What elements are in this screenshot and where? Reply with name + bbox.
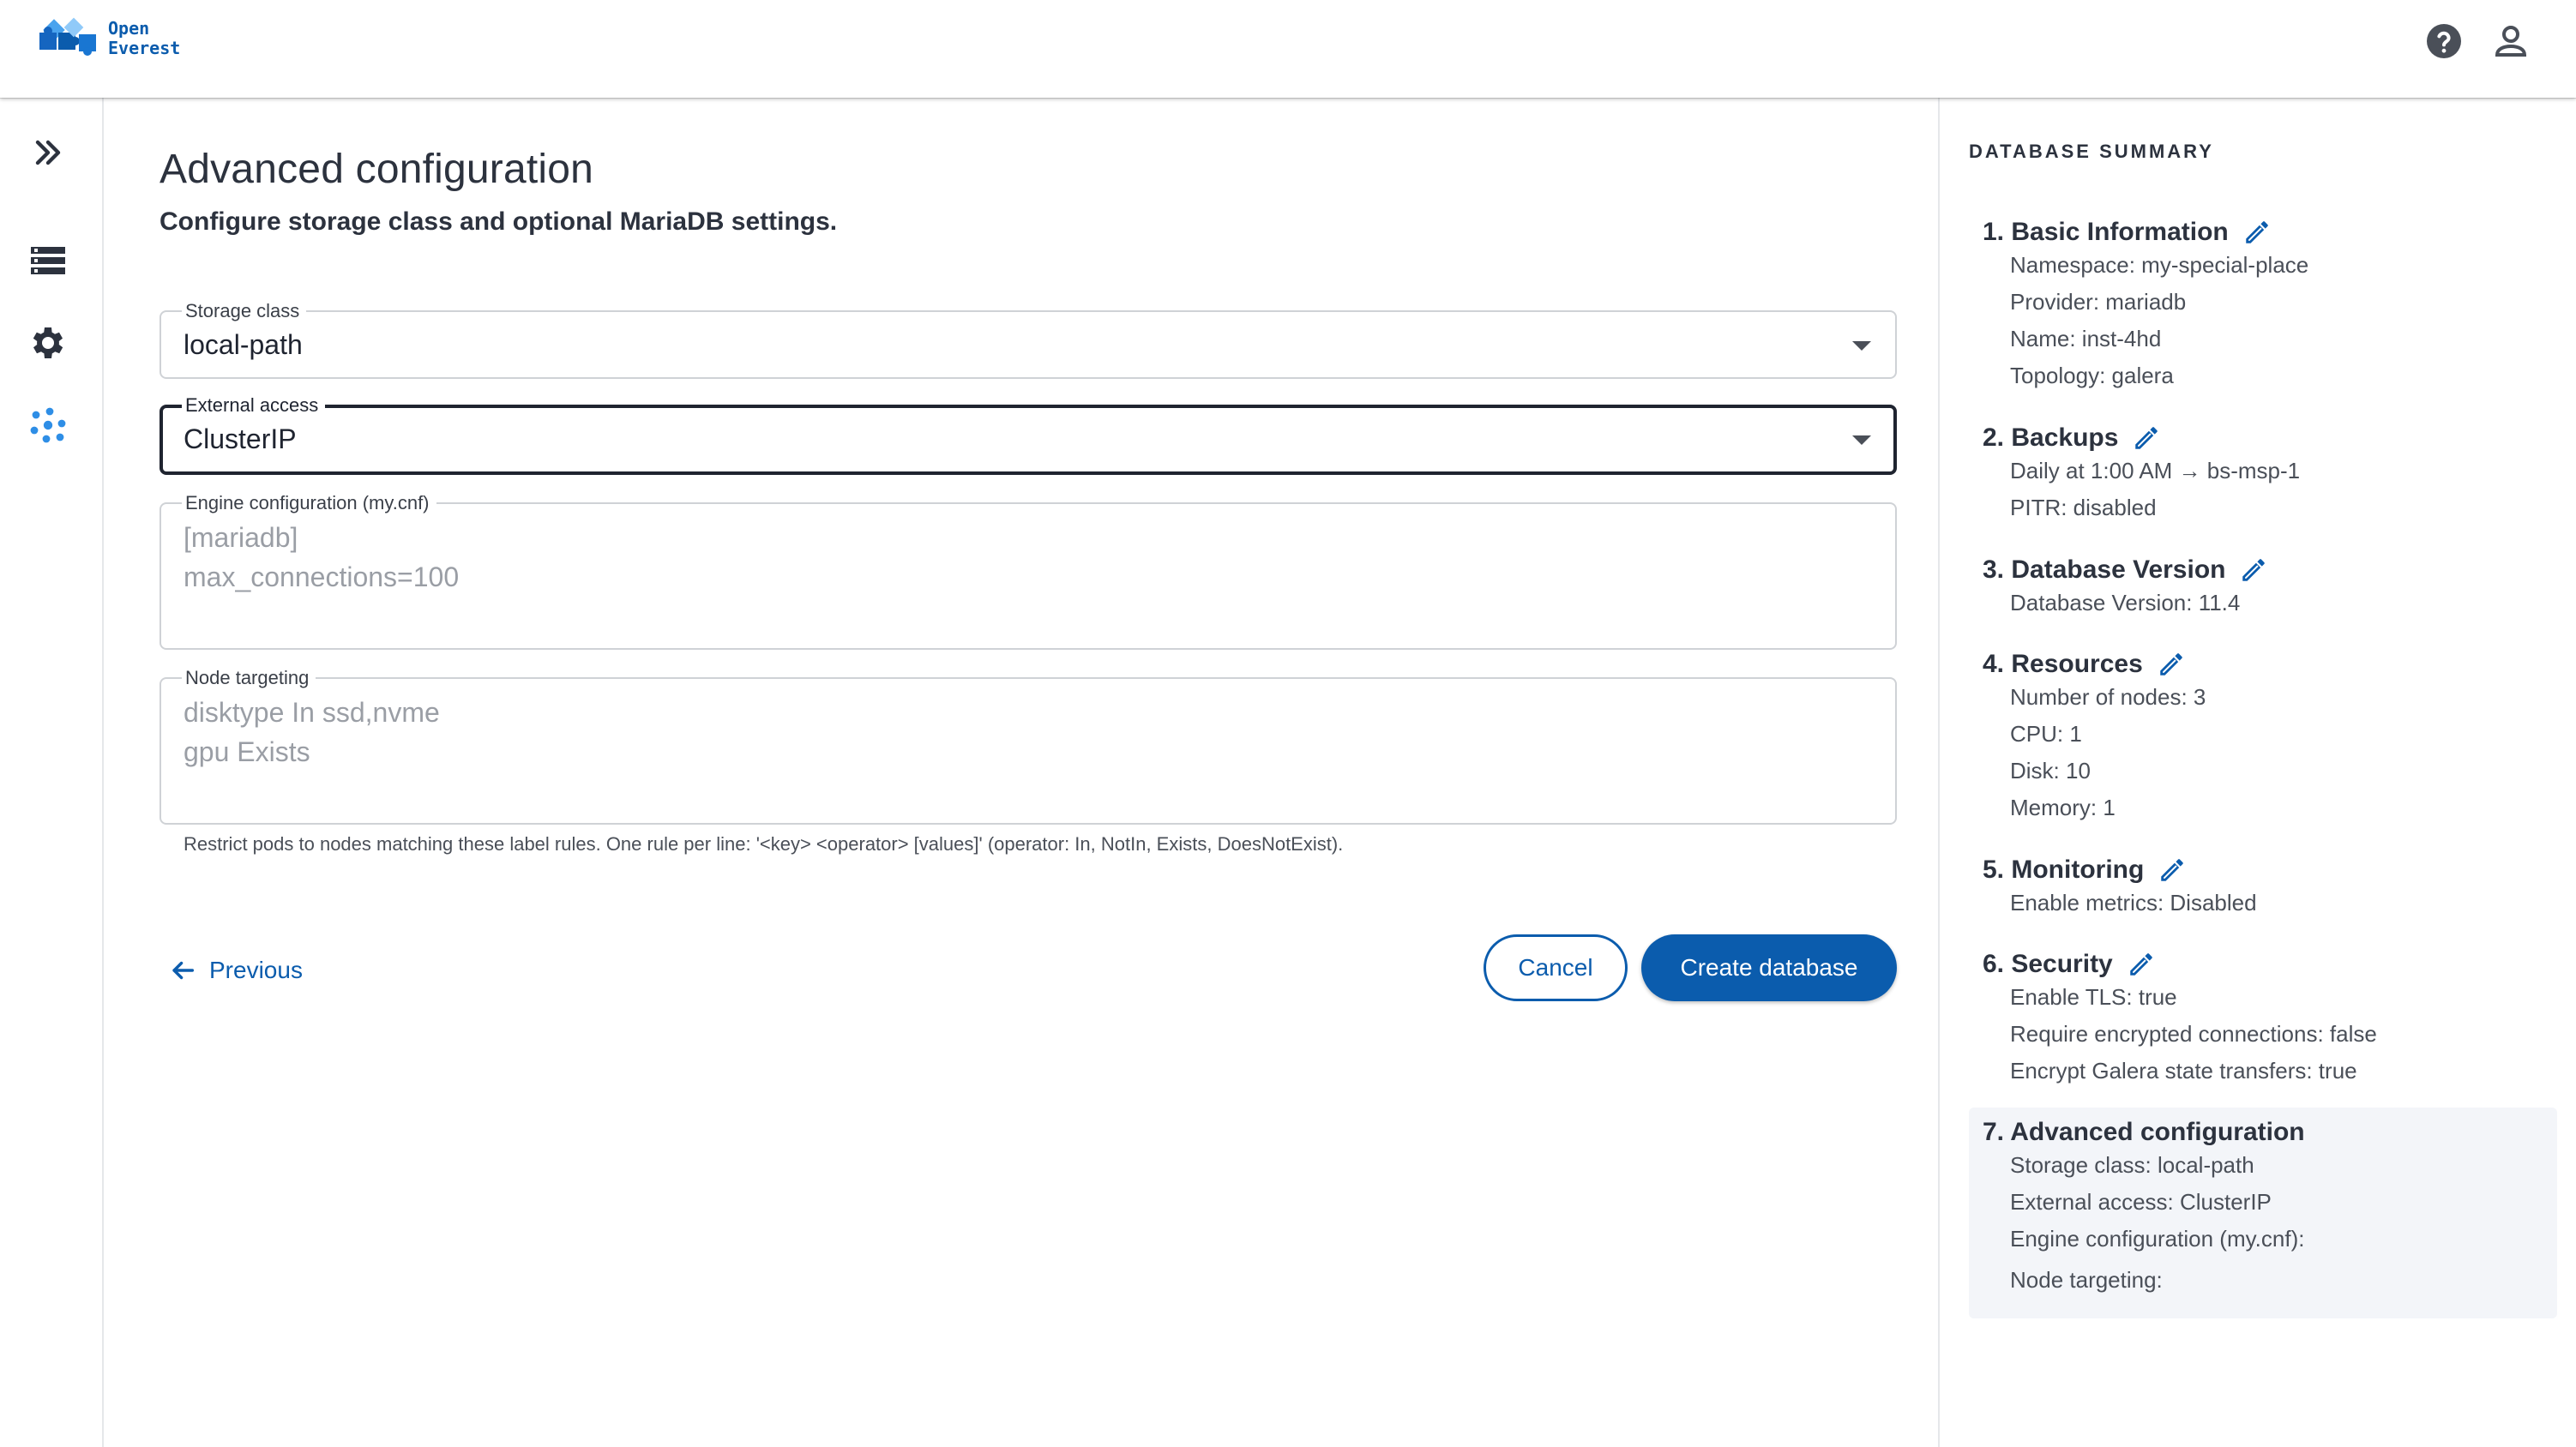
node-targeting-textarea[interactable]: Node targeting disktype In ssd,nvme gpu … [159,667,1897,825]
brand-name: Open Everest [108,19,180,58]
engine-config-placeholder: [mariadb] max_connections=100 [184,518,459,597]
brand-line-2: Everest [108,38,181,58]
summary-line: CPU: 1 [2010,721,2082,747]
summary-line: Daily at 1:00 AM → bs-msp-1 [2010,458,2301,483]
summary-line: Number of nodes: 3 [2010,684,2206,710]
summary-line: Memory: 1 [2010,795,2116,820]
placeholder-line: [mariadb] [184,522,298,553]
node-targeting-label: Node targeting [182,667,316,689]
section-heading: 2. Backups [1983,423,2161,453]
summary-line: Name: inst-4hd [2010,326,2162,351]
summary-section-basic-information: 1. Basic Information Namespace: my-speci… [1969,218,2557,388]
edit-icon[interactable] [2158,856,2187,885]
section-title: 2. Backups [1983,423,2119,452]
placeholder-line: disktype In ssd,nvme [184,697,440,728]
storage-class-select[interactable]: Storage class local-path [159,300,1897,379]
summary-line: Node targeting: [2010,1267,2163,1293]
summary-section-advanced-configuration: 7. Advanced configuration Storage class:… [1969,1108,2557,1318]
summary-line: External access: ClusterIP [2010,1189,2272,1215]
summary-line: Enable TLS: true [2010,984,2177,1010]
edit-icon[interactable] [2132,423,2161,453]
summary-line: Topology: galera [2010,363,2174,388]
edit-icon[interactable] [2157,650,2186,679]
node-targeting-helper-text: Restrict pods to nodes matching these la… [184,833,1344,855]
summary-line: Encrypt Galera state transfers: true [2010,1058,2357,1084]
summary-line: Storage class: local-path [2010,1152,2254,1178]
external-access-label: External access [182,394,326,417]
open-everest-logo[interactable]: Open Everest [38,15,192,81]
section-title: 3. Database Version [1983,555,2226,584]
section-heading: 4. Resources [1983,650,2186,679]
expand-icon[interactable] [27,132,69,173]
previous-button[interactable]: Previous [168,946,303,994]
summary-section-database-version: 3. Database Version Database Version: 11… [1969,555,2557,615]
summary-section-monitoring: 5. Monitoring Enable metrics: Disabled [1969,856,2557,916]
placeholder-line: max_connections=100 [184,561,460,592]
top-app-bar: Open Everest [0,0,2576,98]
dropdown-arrow-icon [1852,341,1871,351]
summary-section-resources: 4. Resources Number of nodes: 3 CPU: 1 D… [1969,650,2557,821]
previous-label: Previous [209,957,303,983]
edit-icon[interactable] [2239,555,2268,585]
section-heading: 6. Security [1983,950,2156,979]
storage-class-value: local-path [184,329,303,360]
dropdown-arrow-icon [1852,435,1871,445]
section-heading: 5. Monitoring [1983,856,2187,885]
section-heading: 7. Advanced configuration [1983,1118,2305,1147]
summary-line: Require encrypted connections: false [2010,1021,2377,1047]
engine-config-label: Engine configuration (my.cnf) [182,492,436,514]
summary-line: Provider: mariadb [2010,289,2187,315]
summary-title: DATABASE SUMMARY [1969,141,2214,162]
summary-line: Enable metrics: Disabled [2010,890,2257,916]
page-subtitle: Configure storage class and optional Mar… [159,207,838,236]
databases-icon[interactable] [27,240,69,281]
page-title: Advanced configuration [159,147,594,192]
summary-line: PITR: disabled [2010,495,2157,520]
cancel-button[interactable]: Cancel [1484,934,1628,1001]
database-summary-panel: DATABASE SUMMARY 1. Basic Information Na… [1938,98,2576,1447]
puzzle-logo-icon [39,17,96,56]
section-title: 5. Monitoring [1983,856,2145,884]
external-access-select[interactable]: External access ClusterIP [159,394,1897,475]
summary-line: Engine configuration (my.cnf): [2010,1226,2305,1252]
navigation-rail [0,98,104,1447]
summary-line: Disk: 10 [2010,758,2091,784]
section-title: 7. Advanced configuration [1983,1118,2305,1146]
section-heading: 1. Basic Information [1983,218,2272,247]
create-database-button[interactable]: Create database [1641,934,1897,1001]
section-title: 1. Basic Information [1983,218,2229,246]
summary-section-security: 6. Security Enable TLS: true Require enc… [1969,950,2557,1087]
summary-line: Database Version: 11.4 [2010,590,2241,615]
section-title: 4. Resources [1983,650,2143,678]
storage-class-label: Storage class [182,300,307,322]
section-title: 6. Security [1983,950,2113,978]
settings-icon[interactable] [27,322,69,363]
section-heading: 3. Database Version [1983,555,2268,585]
placeholder-line: gpu Exists [184,736,310,767]
cluster-icon[interactable] [27,405,69,446]
summary-section-backups: 2. Backups Daily at 1:00 AM → bs-msp-1 P… [1969,423,2557,520]
node-targeting-placeholder: disktype In ssd,nvme gpu Exists [184,693,440,772]
edit-icon[interactable] [2127,950,2156,979]
brand-line-1: Open [108,18,150,39]
main-content: Advanced configuration Configure storage… [159,98,1897,1447]
external-access-value: ClusterIP [184,423,297,454]
arrow-left-icon [172,961,195,980]
account-icon[interactable] [2490,21,2531,62]
engine-config-textarea[interactable]: Engine configuration (my.cnf) [mariadb] … [159,492,1897,650]
summary-line: Namespace: my-special-place [2010,252,2309,278]
edit-icon[interactable] [2242,218,2272,247]
help-icon[interactable] [2423,21,2465,62]
